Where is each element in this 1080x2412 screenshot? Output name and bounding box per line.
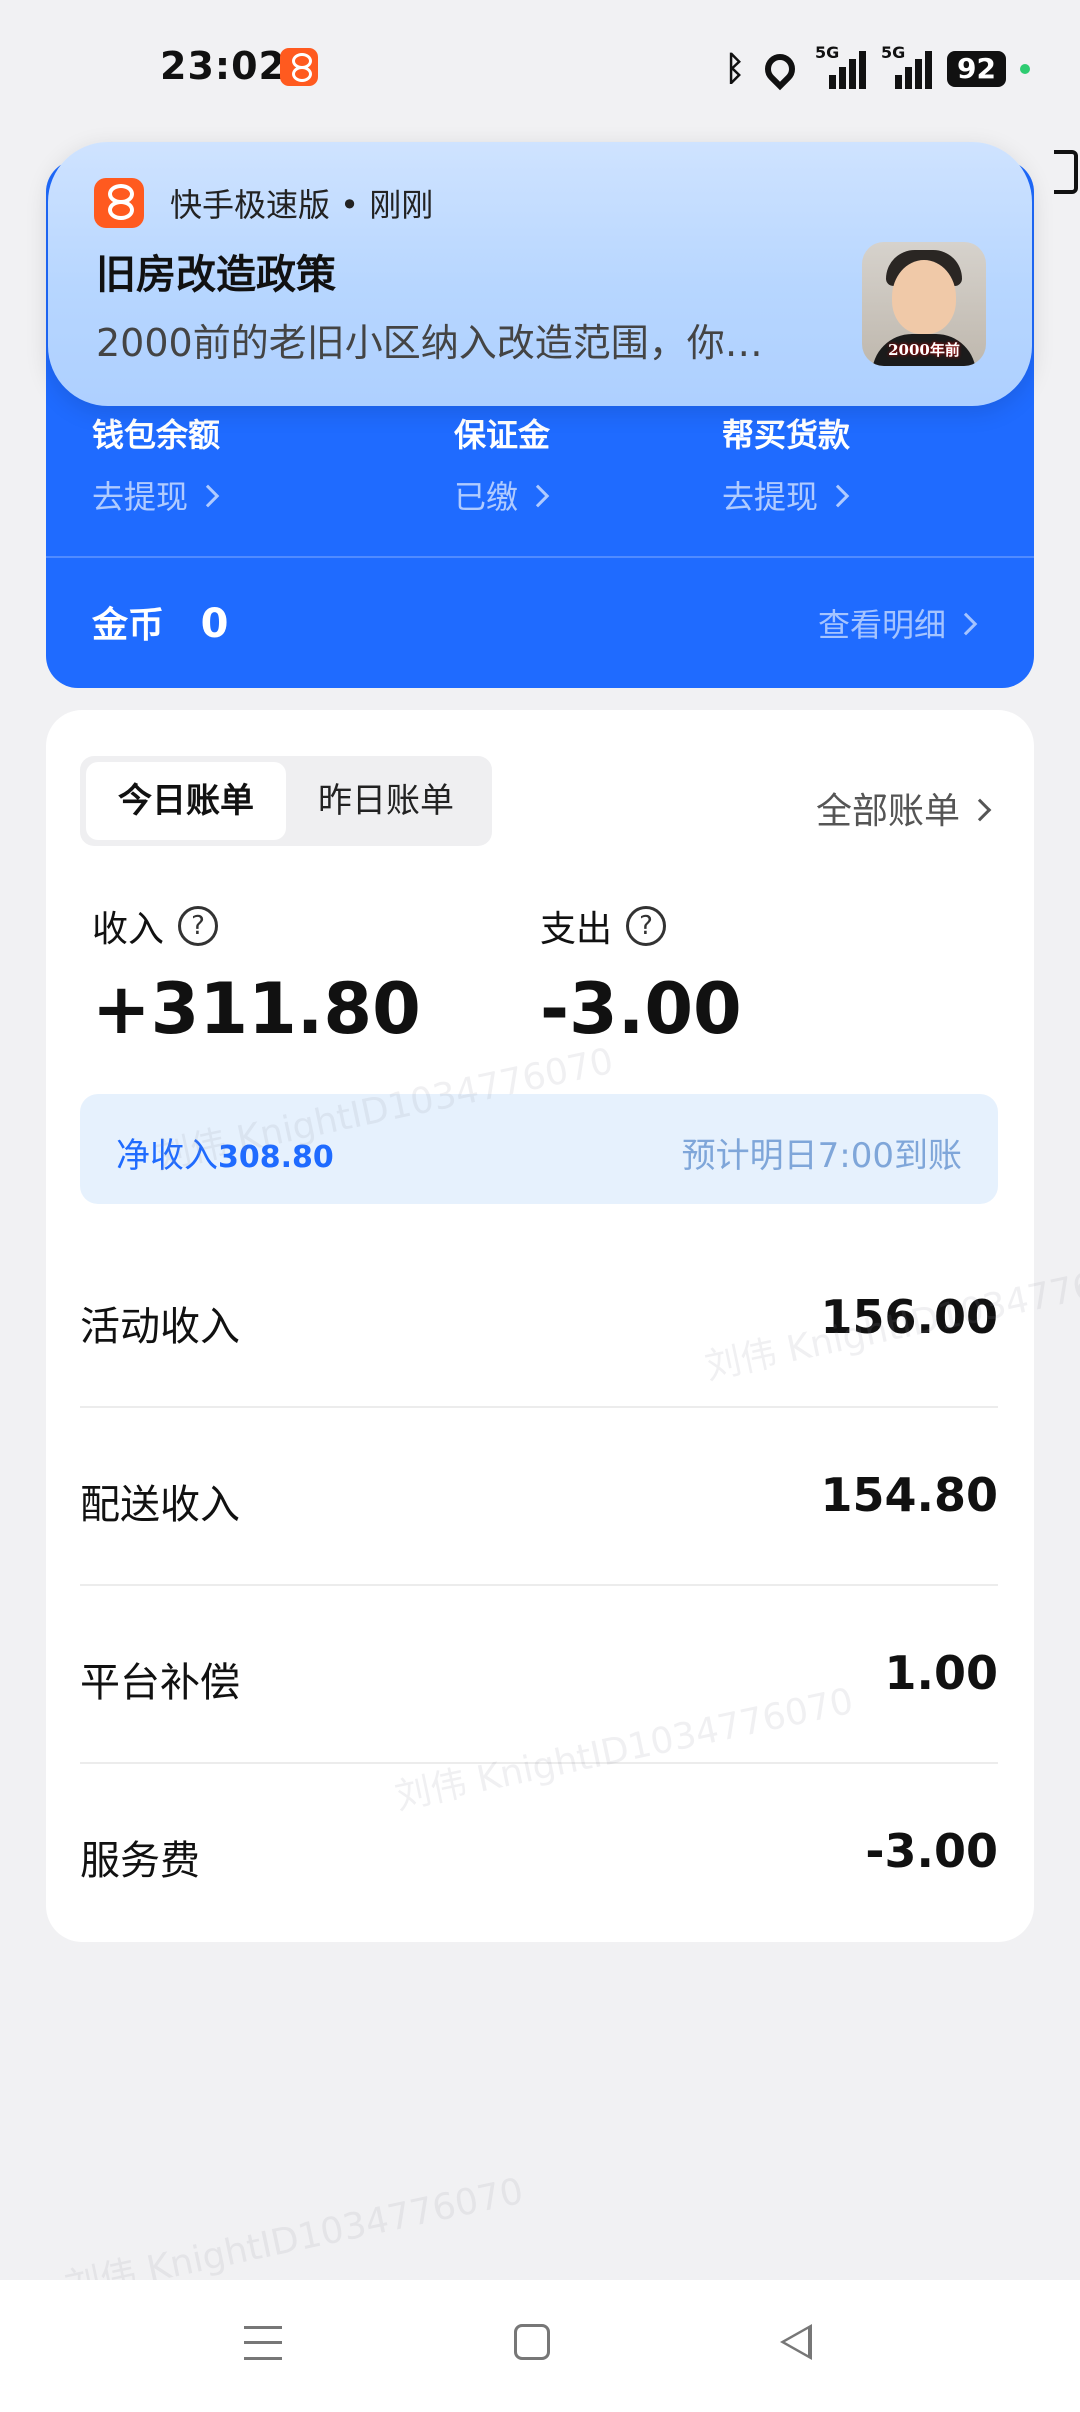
all-bills-link[interactable]: 全部账单: [816, 782, 992, 834]
expense-label-row: 支出 ?: [540, 900, 667, 952]
header-action-icon[interactable]: [1054, 150, 1078, 194]
bill-row-label: 配送收入: [80, 1482, 240, 1528]
recent-apps-icon[interactable]: [244, 2326, 282, 2360]
bill-row-value: -3.00: [865, 1824, 998, 1878]
battery-icon: 92: [947, 51, 1006, 87]
bill-row-label: 活动收入: [80, 1304, 240, 1350]
bill-row: 平台补偿 1.00: [80, 1586, 998, 1764]
bill-row: 活动收入 156.00: [80, 1230, 998, 1408]
wallet-balance-label: 钱包余额: [92, 416, 221, 454]
net-income-value: 308.80: [218, 1140, 334, 1175]
signal-icon-1: 5G: [815, 43, 867, 89]
bill-row-label: 平台补偿: [80, 1660, 240, 1706]
chevron-right-icon: [526, 484, 550, 508]
notification-body: 2000前的老旧小区纳入改造范围，你…: [96, 321, 763, 365]
purchase-payment[interactable]: 帮买货款 去提现: [722, 410, 850, 518]
signal-icon-2: 5G: [881, 43, 933, 89]
expense-label: 支出: [540, 909, 613, 950]
status-bar: 23:02 ᛒ 5G 5G 92: [0, 0, 1080, 140]
coin-value: 0: [200, 601, 229, 647]
tab-today-bill[interactable]: 今日账单: [86, 762, 286, 840]
income-label-row: 收入 ?: [92, 900, 219, 952]
push-notification[interactable]: 快手极速版 • 刚刚 旧房改造政策 2000前的老旧小区纳入改造范围，你… 20…: [48, 142, 1032, 406]
bill-tabs: 今日账单 昨日账单: [80, 756, 492, 846]
location-icon: [758, 47, 802, 91]
status-icons: ᛒ 5G 5G 92: [724, 43, 1030, 92]
deposit-status[interactable]: 已缴: [454, 472, 550, 518]
income-help-icon[interactable]: ?: [178, 906, 219, 946]
chevron-right-icon: [954, 612, 978, 636]
wallet-balance[interactable]: 钱包余额 去提现: [92, 410, 220, 518]
deposit[interactable]: 保证金 已缴: [454, 410, 550, 518]
status-time: 23:02: [160, 44, 286, 88]
bluetooth-icon: ᛒ: [724, 49, 746, 89]
deposit-label: 保证金: [454, 416, 551, 454]
view-details-link[interactable]: 查看明细: [818, 600, 978, 646]
expense-amount: -3.00: [540, 968, 742, 1050]
chevron-right-icon: [196, 484, 220, 508]
notification-title: 旧房改造政策: [96, 252, 336, 298]
home-icon[interactable]: [514, 2324, 550, 2360]
expense-help-icon[interactable]: ?: [626, 906, 667, 946]
net-income-banner: 净收入308.80 预计明日7:00到账: [80, 1094, 998, 1204]
wallet-divider: [46, 556, 1034, 558]
purchase-payment-action[interactable]: 去提现: [722, 472, 850, 518]
bill-row-value: 154.80: [820, 1468, 998, 1522]
bill-row: 配送收入 154.80: [80, 1408, 998, 1586]
bill-row-value: 1.00: [884, 1646, 999, 1700]
income-label: 收入: [92, 909, 165, 950]
chevron-right-icon: [968, 798, 992, 822]
notification-thumbnail: 2000年前: [862, 242, 986, 366]
network-type-1: 5G: [815, 43, 840, 62]
thumbnail-caption: 2000年前: [888, 341, 960, 359]
kuaishou-notification-icon: [280, 48, 318, 86]
tab-yesterday-bill[interactable]: 昨日账单: [286, 762, 486, 840]
wallet-balance-action[interactable]: 去提现: [92, 472, 220, 518]
purchase-payment-label: 帮买货款: [722, 416, 851, 454]
arrival-note: 预计明日7:00到账: [681, 1136, 962, 1176]
bill-row: 服务费 -3.00: [80, 1764, 998, 1942]
coin-label: 金币: [92, 605, 165, 646]
bill-row-value: 156.00: [820, 1290, 998, 1344]
net-income-label: 净收入: [116, 1136, 218, 1176]
privacy-indicator-dot: [1020, 64, 1030, 74]
chevron-right-icon: [826, 484, 850, 508]
system-nav-bar: [0, 2280, 1080, 2412]
bill-card: 今日账单 昨日账单 全部账单 收入 ? 支出 ? +311.80 -3.00 净…: [46, 710, 1034, 1942]
notification-app-name: 快手极速版 • 刚刚: [170, 186, 434, 224]
income-amount: +311.80: [92, 968, 421, 1050]
back-icon[interactable]: [780, 2324, 812, 2360]
bill-row-label: 服务费: [80, 1838, 200, 1884]
coin-row: 金币 0: [92, 596, 228, 648]
net-income: 净收入308.80: [116, 1128, 334, 1177]
kuaishou-app-icon: [94, 178, 144, 228]
network-type-2: 5G: [881, 43, 906, 62]
